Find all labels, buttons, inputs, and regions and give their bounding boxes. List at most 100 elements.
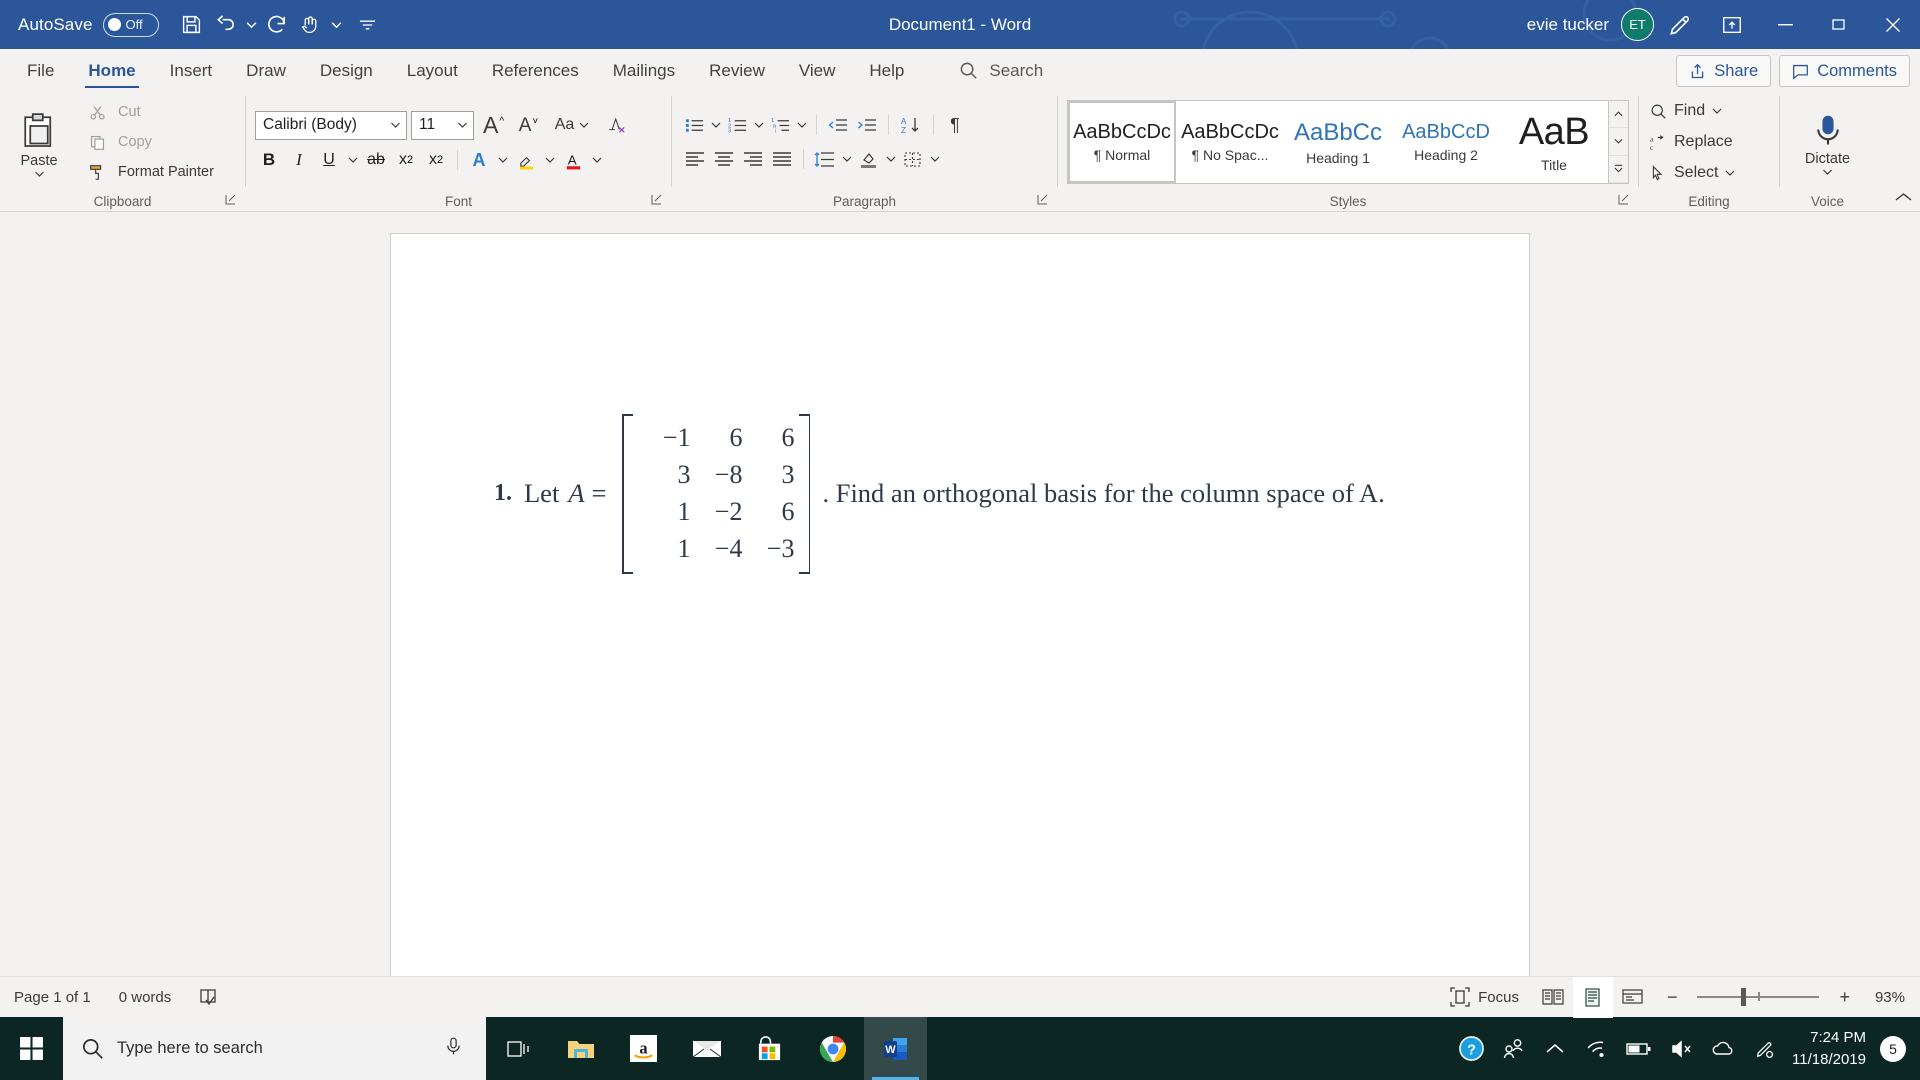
text-highlight-color-icon[interactable] xyxy=(512,147,540,174)
line-spacing-icon[interactable] xyxy=(811,146,838,173)
zoom-out-button[interactable]: − xyxy=(1659,987,1686,1008)
onedrive-icon[interactable] xyxy=(1702,1017,1744,1080)
align-left-icon[interactable] xyxy=(681,146,709,173)
text-effects-icon[interactable]: A xyxy=(465,147,493,174)
style-item-heading-2[interactable]: AaBbCcD Heading 2 xyxy=(1392,101,1500,183)
print-layout-view-button[interactable] xyxy=(1572,976,1613,1018)
sort-icon[interactable]: A Z xyxy=(896,112,926,139)
text-effects-dropdown-icon[interactable] xyxy=(495,157,510,163)
close-button[interactable] xyxy=(1866,0,1920,49)
zoom-thumb[interactable] xyxy=(1741,988,1747,1006)
amazon-icon[interactable]: a xyxy=(612,1017,675,1080)
numbering-icon[interactable]: 1 2 3 xyxy=(724,112,750,139)
google-chrome-icon[interactable] xyxy=(801,1017,864,1080)
windows-start-icon[interactable] xyxy=(0,1017,63,1080)
align-right-icon[interactable] xyxy=(739,146,767,173)
multilevel-dropdown-icon[interactable] xyxy=(794,122,809,128)
paragraph-dialog-launcher-icon[interactable] xyxy=(1037,193,1048,208)
shading-dropdown-icon[interactable] xyxy=(883,156,898,162)
share-button[interactable]: Share xyxy=(1676,55,1772,87)
change-case-button[interactable]: Aa xyxy=(548,112,596,139)
microphone-icon[interactable] xyxy=(443,1036,464,1062)
select-dropdown-icon[interactable] xyxy=(1725,170,1735,176)
dictate-button[interactable]: Dictate xyxy=(1798,109,1858,175)
undo-icon[interactable] xyxy=(209,7,243,43)
increase-indent-icon[interactable] xyxy=(853,112,881,139)
shrink-font-icon[interactable]: A ˅ xyxy=(513,112,544,139)
font-dialog-launcher-icon[interactable] xyxy=(651,193,662,208)
bullets-icon[interactable] xyxy=(681,112,707,139)
justify-icon[interactable] xyxy=(768,146,796,173)
microsoft-word-icon[interactable]: W xyxy=(864,1017,927,1080)
italic-icon[interactable]: I xyxy=(285,147,313,174)
page-indicator[interactable]: Page 1 of 1 xyxy=(0,977,105,1018)
web-layout-view-button[interactable] xyxy=(1613,977,1653,1018)
comments-button[interactable]: Comments xyxy=(1779,55,1910,87)
dictate-dropdown-icon[interactable] xyxy=(1822,169,1833,175)
style-item-heading-1[interactable]: AaBbCc Heading 1 xyxy=(1284,101,1392,183)
tab-view[interactable]: View xyxy=(782,51,853,90)
font-color-icon[interactable]: A xyxy=(559,147,587,174)
shading-icon[interactable] xyxy=(855,146,882,173)
font-size-combobox[interactable]: 11 xyxy=(411,110,474,140)
copy-button[interactable]: Copy xyxy=(81,130,214,155)
undo-dropdown-icon[interactable] xyxy=(243,7,260,43)
people-icon[interactable] xyxy=(1492,1017,1534,1080)
save-icon[interactable] xyxy=(175,7,209,43)
gallery-more-icon[interactable] xyxy=(1609,155,1628,183)
proofing-icon[interactable] xyxy=(185,977,233,1018)
file-explorer-icon[interactable] xyxy=(549,1017,612,1080)
cut-button[interactable]: Cut xyxy=(81,100,214,125)
borders-dropdown-icon[interactable] xyxy=(927,156,942,162)
wifi-icon[interactable] xyxy=(1576,1017,1618,1080)
zoom-slider[interactable]: − + xyxy=(1653,987,1864,1008)
task-view-icon[interactable] xyxy=(486,1017,549,1080)
format-painter-button[interactable]: Format Painter xyxy=(81,160,214,185)
font-color-dropdown-icon[interactable] xyxy=(589,157,604,163)
touch-mode-icon[interactable] xyxy=(294,7,328,43)
tab-home[interactable]: Home xyxy=(71,51,152,90)
underline-icon[interactable]: U xyxy=(315,147,343,174)
grow-font-icon[interactable]: A ^ xyxy=(478,112,509,139)
restore-button[interactable] xyxy=(1812,0,1866,49)
bold-icon[interactable]: B xyxy=(255,147,283,174)
tab-help[interactable]: Help xyxy=(852,51,921,90)
tab-layout[interactable]: Layout xyxy=(390,51,475,90)
borders-icon[interactable] xyxy=(899,146,926,173)
minimize-button[interactable] xyxy=(1758,0,1812,49)
decrease-indent-icon[interactable] xyxy=(824,112,852,139)
tab-draw[interactable]: Draw xyxy=(229,51,303,90)
document-page[interactable]: 1. Let A = −1 6 6 3 −8 3 1 −2 6 1 −4 −3 … xyxy=(391,234,1529,976)
read-mode-view-button[interactable] xyxy=(1533,977,1573,1018)
ribbon-display-options-icon[interactable] xyxy=(359,7,376,43)
tab-review[interactable]: Review xyxy=(692,51,782,90)
zoom-percent-button[interactable]: 93% xyxy=(1864,989,1920,1006)
highlight-dropdown-icon[interactable] xyxy=(542,157,557,163)
tab-file[interactable]: File xyxy=(10,51,71,90)
style-item-no-spacing[interactable]: AaBbCcDc ¶ No Spac... xyxy=(1176,101,1284,183)
select-button[interactable]: Select xyxy=(1648,161,1735,186)
find-button[interactable]: Find xyxy=(1648,99,1735,124)
notification-badge[interactable]: 5 xyxy=(1880,1035,1906,1062)
styles-gallery[interactable]: AaBbCcDc ¶ Normal AaBbCcDc ¶ No Spac... … xyxy=(1067,100,1629,184)
avatar[interactable]: ET xyxy=(1621,8,1654,41)
clear-formatting-icon[interactable] xyxy=(600,112,632,139)
microsoft-store-icon[interactable] xyxy=(738,1017,801,1080)
align-center-icon[interactable] xyxy=(710,146,738,173)
search-input[interactable]: Search xyxy=(959,51,1043,90)
numbering-dropdown-icon[interactable] xyxy=(751,122,766,128)
word-count[interactable]: 0 words xyxy=(105,977,186,1018)
collapse-ribbon-icon[interactable] xyxy=(1706,0,1758,49)
tab-design[interactable]: Design xyxy=(303,51,390,90)
chevron-down-icon[interactable] xyxy=(455,122,470,128)
pen-menu-icon[interactable] xyxy=(1744,1017,1786,1080)
zoom-track[interactable] xyxy=(1697,988,1820,1006)
gallery-scroll-down-icon[interactable] xyxy=(1609,128,1628,156)
multilevel-list-icon[interactable]: 1 a i xyxy=(767,112,793,139)
tab-insert[interactable]: Insert xyxy=(153,51,230,90)
font-family-combobox[interactable]: Calibri (Body) xyxy=(255,110,407,140)
customize-qat-icon[interactable] xyxy=(328,7,345,43)
document-canvas[interactable]: 1. Let A = −1 6 6 3 −8 3 1 −2 6 1 −4 −3 … xyxy=(0,212,1920,976)
tab-references[interactable]: References xyxy=(475,51,596,90)
replace-button[interactable]: a c Replace xyxy=(1648,130,1735,155)
